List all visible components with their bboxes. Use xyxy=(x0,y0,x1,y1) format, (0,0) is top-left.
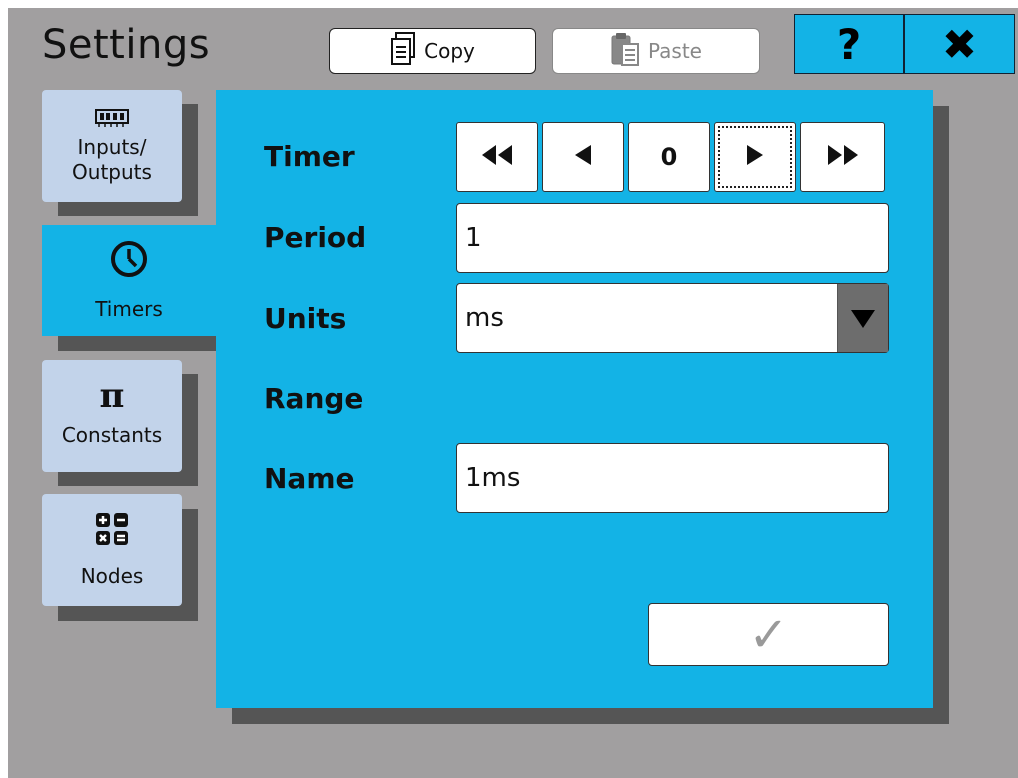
units-select[interactable]: ms xyxy=(456,283,889,353)
dropdown-arrow-icon[interactable] xyxy=(837,284,888,352)
tab-label: Timers xyxy=(95,297,163,321)
units-value: ms xyxy=(465,303,504,333)
previous-icon xyxy=(575,143,591,171)
timer-index-display: 0 xyxy=(628,122,710,192)
rewind-icon xyxy=(482,143,512,171)
close-icon: ✖ xyxy=(941,19,978,69)
calculator-icon xyxy=(95,512,129,552)
name-label: Name xyxy=(264,462,355,495)
paste-button[interactable]: Paste xyxy=(552,28,760,74)
close-button[interactable]: ✖ xyxy=(904,14,1015,74)
page-title: Settings xyxy=(42,22,211,68)
previous-timer-button[interactable] xyxy=(542,122,624,192)
paste-label: Paste xyxy=(648,39,702,63)
tab-inputs-outputs[interactable]: Inputs/ Outputs xyxy=(42,90,182,202)
copy-label: Copy xyxy=(424,39,475,63)
last-timer-button[interactable] xyxy=(800,122,885,192)
timer-index-value: 0 xyxy=(660,143,678,171)
tab-label-line2: Outputs xyxy=(72,160,152,184)
confirm-button[interactable]: ✓ xyxy=(648,603,889,666)
period-input[interactable]: 1 xyxy=(456,203,889,273)
range-label: Range xyxy=(264,382,364,415)
copy-button[interactable]: Copy xyxy=(329,28,536,74)
tab-constants[interactable]: π Constants xyxy=(42,360,182,472)
period-label: Period xyxy=(264,221,367,254)
tab-label-line1: Inputs/ xyxy=(77,135,147,159)
name-input[interactable]: 1ms xyxy=(456,443,889,513)
help-icon: ? xyxy=(836,19,862,69)
name-value: 1ms xyxy=(465,463,521,493)
timer-label: Timer xyxy=(264,140,355,173)
tab-nodes[interactable]: Nodes xyxy=(42,494,182,606)
first-timer-button[interactable] xyxy=(456,122,538,192)
copy-icon xyxy=(390,31,416,71)
period-value: 1 xyxy=(465,223,482,253)
units-label: Units xyxy=(264,302,347,335)
help-button[interactable]: ? xyxy=(794,14,904,74)
fast-forward-icon xyxy=(827,143,858,171)
paste-icon xyxy=(610,31,640,72)
next-timer-button[interactable] xyxy=(714,122,796,192)
clock-icon xyxy=(109,239,149,285)
pi-icon: π xyxy=(99,376,125,416)
memory-chip-icon xyxy=(94,107,130,135)
tab-label: Nodes xyxy=(80,563,144,588)
tab-timers[interactable]: Timers xyxy=(42,225,216,336)
tab-label: Constants xyxy=(61,423,163,447)
next-icon xyxy=(747,143,763,171)
checkmark-icon: ✓ xyxy=(748,606,789,663)
